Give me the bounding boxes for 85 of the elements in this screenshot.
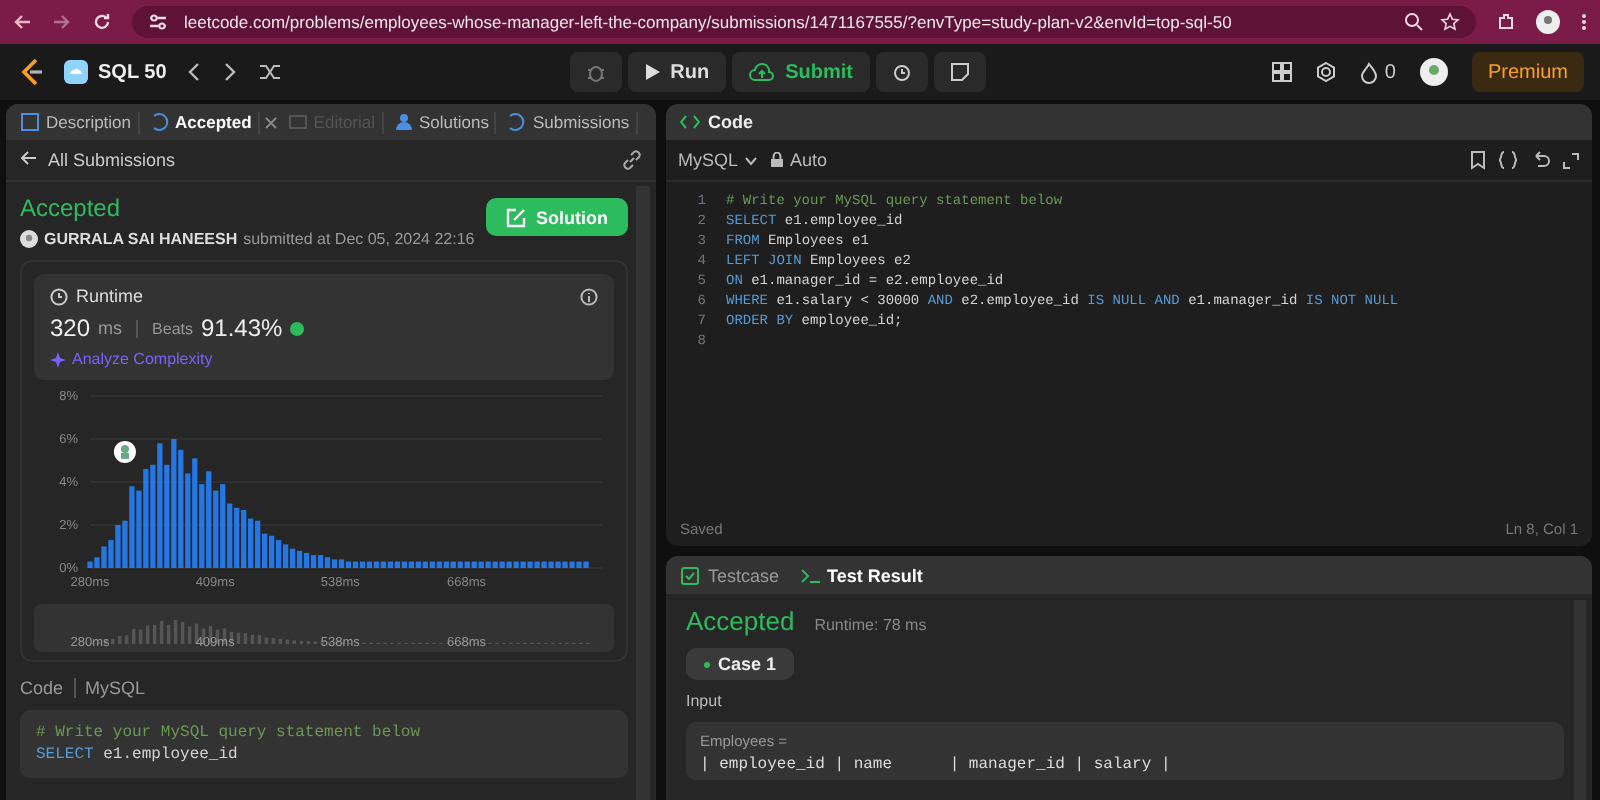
panel-tab[interactable]: Accepted [143,111,260,133]
panel-tab[interactable]: Testcase [680,565,780,585]
person-icon [393,112,414,132]
panel-tab[interactable]: Description [14,111,140,133]
streak-count: 0 [1384,61,1396,83]
beats-label: Beats [152,319,193,337]
code-keyword: SELECT [36,746,94,764]
shuffle-icon[interactable] [258,62,283,82]
code-icon [680,114,700,130]
edit-icon [506,207,526,227]
play-icon [644,62,661,82]
submission-status: Accepted [20,194,123,222]
sparkle-icon [50,351,66,367]
link-icon[interactable] [622,150,642,170]
run-button[interactable]: Run [628,52,726,92]
book-icon [287,112,308,132]
input-label: Input [686,692,724,710]
avatar-icon[interactable] [1536,10,1560,34]
zoom-icon [1404,12,1424,32]
reload-icon[interactable] [92,12,112,32]
note-icon [949,62,970,82]
runtime-title: Runtime [76,286,144,306]
flame-icon[interactable] [1360,61,1379,83]
panel-tab[interactable]: Submissions [500,111,638,133]
language-label: MySQL [85,678,146,698]
terminal-icon [799,565,820,585]
language-dropdown[interactable]: MySQL [678,150,759,170]
panel-tab[interactable]: Test Result [799,565,923,585]
layout-icon[interactable] [1272,62,1293,82]
chevron-down-icon [744,155,759,165]
notes-button[interactable] [933,52,986,92]
plan-icon [64,60,88,84]
mode-label: Auto [790,150,828,170]
badge-icon [290,321,305,335]
next-icon[interactable] [222,62,239,82]
avatar-icon[interactable] [1419,58,1448,86]
result-status: Accepted [686,606,795,636]
code-text: e1.employee_id [101,746,238,764]
site-settings-icon [148,12,168,32]
panel-title: Code [708,112,753,132]
cloud-upload-icon [747,62,776,82]
expand-icon[interactable] [1562,151,1580,169]
case-tab[interactable]: Case 1 [686,648,795,680]
address-bar[interactable]: leetcode.com/problems/employees-whose-manager-left-the-company/submissions/1471167555/?envType=study-plan-v2&envId=top-sql-50 [132,6,1476,38]
code-label: Code [20,678,64,698]
runtime-unit: ms [98,318,123,338]
bookmark-icon[interactable] [1470,150,1486,170]
premium-button[interactable]: Premium [1471,52,1584,92]
history-icon [149,112,170,132]
close-icon[interactable] [263,115,278,129]
clock-icon [50,287,68,305]
runtime-text: Runtime: 78 ms [814,616,927,634]
avatar-icon [20,230,38,248]
code-comment: # Write your MySQL query statement below [36,724,421,742]
info-icon[interactable] [580,287,598,305]
runtime-value: 320 [50,314,91,342]
previous-icon[interactable] [186,62,203,82]
user-marker-icon[interactable] [113,440,136,463]
star-icon[interactable] [1440,12,1460,32]
extensions-icon[interactable] [1496,12,1516,32]
menu-icon[interactable] [1580,12,1588,32]
logo-icon [16,56,44,88]
input-table-row-text: | employee_id | name | manager_id | salary | [700,756,1173,774]
back-icon[interactable] [12,12,32,32]
undo-icon[interactable] [1530,150,1550,170]
back-link[interactable]: All Submissions [20,150,176,170]
panel-tab[interactable]: Solutions [387,111,497,133]
dot-icon [704,661,710,667]
braces-icon[interactable] [1498,150,1518,170]
history-icon [506,112,527,132]
bug-icon [586,62,607,82]
lock-icon [770,152,785,168]
checkbox-icon [680,565,700,585]
study-plan-button[interactable]: SQL 50 [64,60,167,84]
forward-icon[interactable] [52,12,72,32]
submit-button[interactable]: Submit [731,52,870,92]
settings-icon[interactable] [1316,62,1337,82]
timer-button[interactable] [875,52,928,92]
submission-time: submitted at Dec 05, 2024 22:16 [243,230,475,248]
arrow-left-icon [20,150,38,166]
alarm-clock-icon [891,62,912,82]
user-name: GURRALA SAI HANEESH [44,230,238,248]
document-icon [20,112,40,132]
debug-button[interactable] [570,52,623,92]
beats-value: 91.43% [201,314,283,342]
